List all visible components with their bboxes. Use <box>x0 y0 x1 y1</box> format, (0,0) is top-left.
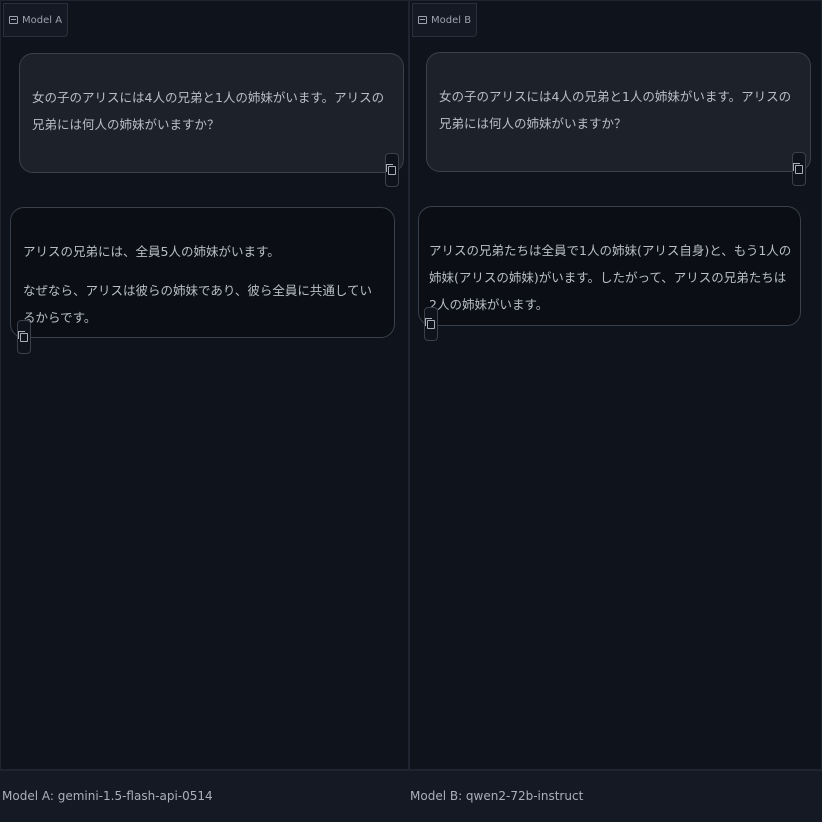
copy-icon <box>18 330 28 342</box>
copy-icon <box>386 163 396 175</box>
bot-message-bubble: アリスの兄弟たちは全員で1人の姉妹(アリス自身)と、もう1人の姉妹(アリスの姉妹… <box>418 206 801 326</box>
model-b-tag: Model B <box>412 3 478 37</box>
model-a-panel: Model A 女の子のアリスには4人の兄弟と1人の姉妹がいます。アリスの兄弟に… <box>0 0 409 770</box>
model-a-tag: Model A <box>3 3 69 37</box>
chat-icon <box>9 16 18 24</box>
user-message-bubble: 女の子のアリスには4人の兄弟と1人の姉妹がいます。アリスの兄弟には何人の姉妹がい… <box>19 53 404 173</box>
model-b-name: Model B: qwen2-72b-instruct <box>410 789 584 803</box>
user-message-text: 女の子のアリスには4人の兄弟と1人の姉妹がいます。アリスの兄弟には何人の姉妹がい… <box>32 90 385 132</box>
copy-button[interactable] <box>792 152 806 186</box>
model-b-tag-label: Model B <box>431 14 472 26</box>
copy-button[interactable] <box>385 153 399 187</box>
user-message-bubble: 女の子のアリスには4人の兄弟と1人の姉妹がいます。アリスの兄弟には何人の姉妹がい… <box>426 52 811 172</box>
model-a-tag-label: Model A <box>22 14 63 26</box>
copy-icon <box>793 162 803 174</box>
user-message-text: 女の子のアリスには4人の兄弟と1人の姉妹がいます。アリスの兄弟には何人の姉妹がい… <box>439 89 792 131</box>
model-a-name: Model A: gemini-1.5-flash-api-0514 <box>2 789 213 803</box>
bot-message-bubble: アリスの兄弟には、全員5人の姉妹がいます。 なぜなら、アリスは彼らの姉妹であり、… <box>10 207 395 338</box>
copy-button[interactable] <box>17 320 31 354</box>
copy-icon <box>425 317 435 329</box>
chat-icon <box>418 16 427 24</box>
bot-message-line: なぜなら、アリスは彼らの姉妹であり、彼ら全員に共通しているからです。 <box>23 283 373 325</box>
bot-message-line: アリスの兄弟には、全員5人の姉妹がいます。 <box>23 244 280 259</box>
model-footer: Model A: gemini-1.5-flash-api-0514 Model… <box>0 770 822 822</box>
copy-button[interactable] <box>424 307 438 341</box>
bot-message-text: アリスの兄弟たちは全員で1人の姉妹(アリス自身)と、もう1人の姉妹(アリスの姉妹… <box>429 243 792 312</box>
